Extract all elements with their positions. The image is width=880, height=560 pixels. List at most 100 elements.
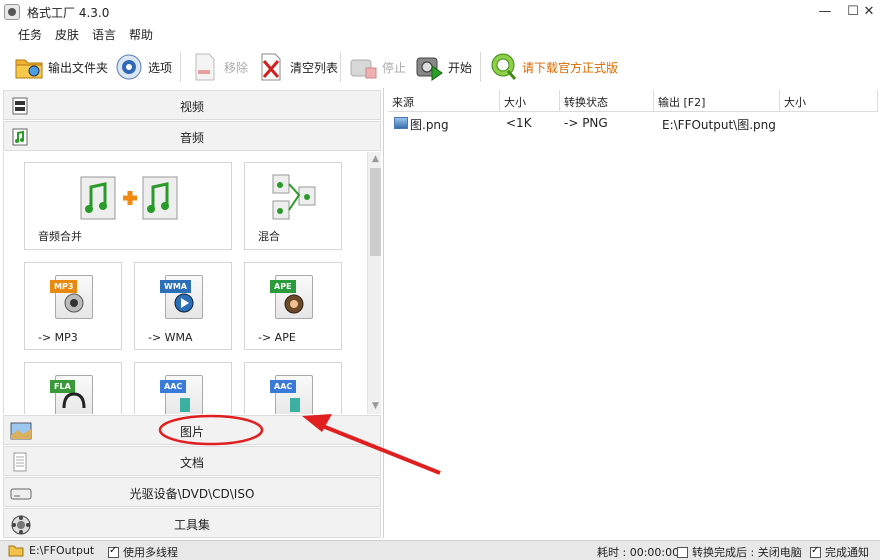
scroll-up-icon[interactable]: ▲ [369, 153, 381, 166]
gear-icon [114, 52, 144, 82]
category-picture[interactable]: 图片 [3, 415, 381, 445]
minimize-button[interactable]: — [812, 2, 838, 22]
status-bar: E:\FFOutput 使用多线程 耗时 : 00:00:00 转换完成后 : … [0, 540, 880, 560]
toolbar-separator [180, 52, 181, 82]
ape-icon: APE [270, 275, 313, 319]
remove-button[interactable]: 移除 [190, 50, 248, 84]
category-document[interactable]: 文档 [3, 446, 381, 476]
category-label: 光驱设备\DVD\CD\ISO [129, 487, 255, 501]
download-globe-icon [488, 52, 518, 82]
stop-icon [348, 52, 378, 82]
scroll-down-icon[interactable]: ▼ [369, 400, 381, 413]
start-label: 开始 [448, 60, 473, 75]
fla-icon: FLA [50, 375, 93, 414]
after-done-toggle[interactable]: 转换完成后 : 关闭电脑 [677, 544, 802, 560]
tile-to-wma[interactable]: WMA -> WMA [134, 262, 232, 350]
remove-file-icon [190, 52, 220, 82]
remove-label: 移除 [224, 60, 249, 75]
column-header-source[interactable]: 来源 [388, 90, 500, 112]
task-list-panel: 来源 大小 转换状态 输出 [F2] 大小 图.png <1K -> PNG E… [388, 88, 880, 538]
category-disc-drive[interactable]: 光驱设备\DVD\CD\ISO [3, 477, 381, 507]
folder-icon [8, 545, 24, 557]
category-video[interactable]: 视频 [3, 90, 381, 120]
title-bar: 格式工厂 4.3.0 — ☐ ✕ [0, 0, 880, 24]
options-label: 选项 [148, 60, 173, 75]
tile-mix[interactable]: 混合 [244, 162, 342, 250]
download-official-label: 请下载官方正式版 [522, 60, 619, 75]
multithread-toggle[interactable]: 使用多线程 [108, 544, 178, 560]
menu-skin[interactable]: 皮肤 [55, 26, 79, 43]
notify-label: 完成通知 [825, 546, 869, 559]
stop-button[interactable]: 停止 [348, 50, 406, 84]
category-audio[interactable]: 音频 [3, 121, 381, 151]
after-done-checkbox[interactable] [677, 546, 688, 558]
conversion-category-panel: 视频 音频 音频合并 混合 MP3 -> MP3 WMA -> WMA APE … [0, 88, 384, 538]
audio-tools-grid: 音频合并 混合 MP3 -> MP3 WMA -> WMA APE -> APE… [3, 152, 381, 414]
cell-output: E:\FFOutput\图.png [662, 118, 776, 132]
tile-audio-merge[interactable]: 音频合并 [24, 162, 232, 250]
tile-label: 音频合并 [38, 230, 82, 243]
app-logo-icon [4, 4, 20, 20]
tile-label: -> APE [258, 331, 296, 344]
column-header-size[interactable]: 大小 [500, 90, 560, 112]
after-done-label: 转换完成后 : 关闭电脑 [692, 546, 802, 559]
category-label: 音频 [179, 131, 204, 145]
download-official-button[interactable]: 请下载官方正式版 [488, 50, 618, 84]
notify-checkbox[interactable] [810, 545, 821, 558]
mp3-icon: MP3 [50, 275, 93, 319]
toolbar: 输出文件夹 选项 移除 清空列表 停止 开始 请下载官方正式版 [0, 46, 880, 88]
mix-icon [271, 173, 317, 226]
output-folder-label: 输出文件夹 [48, 60, 109, 75]
multithread-checkbox[interactable] [108, 545, 119, 558]
category-label: 图片 [179, 425, 204, 439]
column-header-status[interactable]: 转换状态 [560, 90, 654, 112]
tile-label: -> MP3 [38, 331, 78, 344]
cell-source: 图.png [410, 118, 449, 132]
tile-to-fla[interactable]: FLA [24, 362, 122, 414]
grid-scrollbar[interactable]: ▲ ▼ [367, 152, 381, 414]
close-button[interactable]: ✕ [856, 2, 880, 22]
column-header-output[interactable]: 输出 [F2] [654, 90, 780, 112]
menu-task[interactable]: 任务 [18, 26, 42, 43]
category-toolbox[interactable]: 工具集 [3, 508, 381, 538]
cell-size: <1K [506, 116, 532, 130]
notify-toggle[interactable]: 完成通知 [810, 544, 869, 560]
wma-icon: WMA [160, 275, 203, 319]
tile-to-mp3[interactable]: MP3 -> MP3 [24, 262, 122, 350]
folder-icon [14, 52, 44, 82]
menu-language[interactable]: 语言 [92, 26, 116, 43]
tile-to-aac[interactable]: AAC [134, 362, 232, 414]
output-path-label: E:\FFOutput [29, 544, 95, 557]
multithread-label: 使用多线程 [123, 546, 178, 559]
scroll-thumb[interactable] [370, 168, 381, 256]
toolbar-separator [480, 52, 481, 82]
clear-list-icon [256, 52, 286, 82]
tile-label: 混合 [258, 230, 280, 243]
audio-merge-icon [79, 175, 181, 226]
aac-icon: AAC [270, 375, 313, 414]
output-folder-button[interactable]: 输出文件夹 [14, 50, 108, 84]
category-label: 工具集 [173, 518, 210, 532]
clear-list-button[interactable]: 清空列表 [256, 50, 338, 84]
image-file-icon [394, 117, 408, 129]
toolbar-separator [340, 52, 341, 82]
options-button[interactable]: 选项 [114, 50, 172, 84]
elapsed-time: 耗时 : 00:00:00 [597, 544, 679, 560]
start-icon [414, 52, 444, 82]
stop-label: 停止 [382, 60, 407, 75]
tile-to-ape[interactable]: APE -> APE [244, 262, 342, 350]
menu-bar: 任务 皮肤 语言 帮助 [0, 24, 880, 44]
menu-help[interactable]: 帮助 [129, 26, 153, 43]
window-title: 格式工厂 4.3.0 [27, 6, 110, 20]
tile-label: -> WMA [148, 331, 193, 344]
tile-to-aac-2[interactable]: AAC [244, 362, 342, 414]
start-button[interactable]: 开始 [414, 50, 472, 84]
clear-list-label: 清空列表 [290, 60, 339, 75]
column-header-output-size[interactable]: 大小 [780, 90, 878, 112]
output-path-status[interactable]: E:\FFOutput [8, 544, 94, 557]
aac-icon: AAC [160, 375, 203, 414]
category-label: 文档 [179, 456, 204, 470]
category-label: 视频 [179, 100, 204, 114]
cell-status: -> PNG [564, 116, 608, 130]
elapsed-time-label: 耗时 : 00:00:00 [597, 546, 680, 559]
